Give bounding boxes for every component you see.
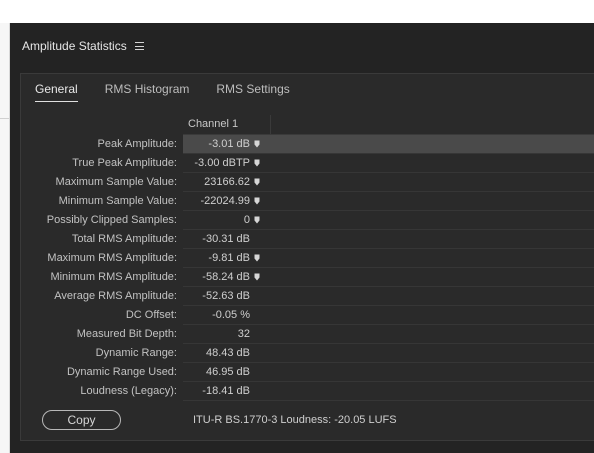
row-label: Maximum Sample Value: xyxy=(55,176,177,188)
marker-icon[interactable] xyxy=(250,211,264,229)
panel-header: Amplitude Statistics xyxy=(22,37,144,55)
row-label: Loudness (Legacy): xyxy=(80,385,177,397)
channel-1-cell[interactable]: -18.41 dB xyxy=(183,382,594,401)
row-value: -0.05 % xyxy=(212,309,250,321)
table-row[interactable]: Loudness (Legacy): -18.41 dB xyxy=(21,382,594,401)
row-value: 48.43 dB xyxy=(205,347,250,359)
marker-icon xyxy=(250,325,264,343)
row-label: Total RMS Amplitude: xyxy=(71,233,177,245)
channel-1-cell[interactable]: 23166.62 xyxy=(183,173,594,192)
marker-icon[interactable] xyxy=(250,135,264,153)
row-value: -3.01 dB xyxy=(208,138,250,150)
tab-rms-histogram[interactable]: RMS Histogram xyxy=(105,82,190,102)
left-edge-divider xyxy=(0,118,9,119)
channel-1-cell[interactable]: -30.31 dB xyxy=(183,230,594,249)
marker-icon xyxy=(250,306,264,324)
column-header: Channel 1 xyxy=(183,115,594,135)
table-row[interactable]: Minimum RMS Amplitude: -58.24 dB xyxy=(21,268,594,287)
marker-icon xyxy=(250,382,264,400)
channel-1-cell[interactable]: -22024.99 xyxy=(183,192,594,211)
table-row[interactable]: Maximum Sample Value: 23166.62 xyxy=(21,173,594,192)
row-label: Measured Bit Depth: xyxy=(76,328,177,340)
channel-1-cell[interactable]: 46.95 dB xyxy=(183,363,594,382)
panel-title: Amplitude Statistics xyxy=(22,39,127,53)
tab-bar: General RMS Histogram RMS Settings xyxy=(35,82,317,102)
table-row[interactable]: Average RMS Amplitude: -52.63 dB xyxy=(21,287,594,306)
row-value: 23166.62 xyxy=(204,176,250,188)
copy-button[interactable]: Copy xyxy=(42,410,121,430)
channel-1-cell[interactable]: -3.01 dB xyxy=(183,135,594,154)
channel-1-cell[interactable]: -52.63 dB xyxy=(183,287,594,306)
row-label: True Peak Amplitude: xyxy=(72,157,177,169)
table-row[interactable]: Peak Amplitude: -3.01 dB xyxy=(21,135,594,154)
row-value: -3.00 dBTP xyxy=(194,157,250,169)
tab-rms-settings[interactable]: RMS Settings xyxy=(216,82,289,102)
stats-content: General RMS Histogram RMS Settings Chann… xyxy=(20,73,594,441)
channel-1-cell[interactable]: -0.05 % xyxy=(183,306,594,325)
table-row[interactable]: Dynamic Range Used: 46.95 dB xyxy=(21,363,594,382)
channel-1-cell[interactable]: -58.24 dB xyxy=(183,268,594,287)
row-value: 32 xyxy=(237,328,250,340)
row-value: -22024.99 xyxy=(200,195,250,207)
marker-icon[interactable] xyxy=(250,154,264,172)
table-row[interactable]: Total RMS Amplitude: -30.31 dB xyxy=(21,230,594,249)
column-header-channel-1: Channel 1 xyxy=(183,115,271,134)
row-label: Average RMS Amplitude: xyxy=(54,290,177,302)
window-top-strip xyxy=(0,0,594,23)
tab-general[interactable]: General xyxy=(35,82,78,102)
table-row[interactable]: Possibly Clipped Samples: 0 xyxy=(21,211,594,230)
left-edge-panel xyxy=(0,23,10,453)
marker-icon[interactable] xyxy=(250,192,264,210)
table-row[interactable]: Dynamic Range: 48.43 dB xyxy=(21,344,594,363)
channel-1-cell[interactable]: -9.81 dB xyxy=(183,249,594,268)
marker-icon xyxy=(250,363,264,381)
stats-table: Peak Amplitude: -3.01 dB True Peak Amplitu… xyxy=(21,135,594,401)
loudness-readout: ITU-R BS.1770-3 Loudness: -20.05 LUFS xyxy=(193,414,397,426)
marker-icon xyxy=(250,344,264,362)
row-label: Minimum Sample Value: xyxy=(58,195,177,207)
hamburger-icon[interactable] xyxy=(134,42,144,50)
row-value: 46.95 dB xyxy=(205,366,250,378)
marker-icon xyxy=(250,287,264,305)
marker-icon[interactable] xyxy=(250,249,264,267)
row-value: -30.31 dB xyxy=(202,233,250,245)
row-value: -9.81 dB xyxy=(208,252,250,264)
table-row[interactable]: DC Offset: -0.05 % xyxy=(21,306,594,325)
row-label: Dynamic Range: xyxy=(95,347,177,359)
amplitude-statistics-panel: Amplitude Statistics General RMS Histogr… xyxy=(10,23,594,453)
table-row[interactable]: True Peak Amplitude: -3.00 dBTP xyxy=(21,154,594,173)
marker-icon[interactable] xyxy=(250,173,264,191)
row-value: 0 xyxy=(243,214,250,226)
row-label: Possibly Clipped Samples: xyxy=(46,214,177,226)
channel-1-cell[interactable]: 48.43 dB xyxy=(183,344,594,363)
marker-icon[interactable] xyxy=(250,268,264,286)
row-value: -58.24 dB xyxy=(202,271,250,283)
row-value: -18.41 dB xyxy=(202,385,250,397)
footer: Copy ITU-R BS.1770-3 Loudness: -20.05 LU… xyxy=(42,409,397,431)
row-label: DC Offset: xyxy=(125,309,177,321)
channel-1-cell[interactable]: 32 xyxy=(183,325,594,344)
table-row[interactable]: Minimum Sample Value: -22024.99 xyxy=(21,192,594,211)
row-label: Dynamic Range Used: xyxy=(66,366,177,378)
channel-1-cell[interactable]: -3.00 dBTP xyxy=(183,154,594,173)
table-row[interactable]: Measured Bit Depth: 32 xyxy=(21,325,594,344)
row-value: -52.63 dB xyxy=(202,290,250,302)
table-row[interactable]: Maximum RMS Amplitude: -9.81 dB xyxy=(21,249,594,268)
marker-icon xyxy=(250,230,264,248)
row-label: Minimum RMS Amplitude: xyxy=(50,271,177,283)
row-label: Peak Amplitude: xyxy=(97,138,178,150)
row-label: Maximum RMS Amplitude: xyxy=(47,252,177,264)
channel-1-cell[interactable]: 0 xyxy=(183,211,594,230)
